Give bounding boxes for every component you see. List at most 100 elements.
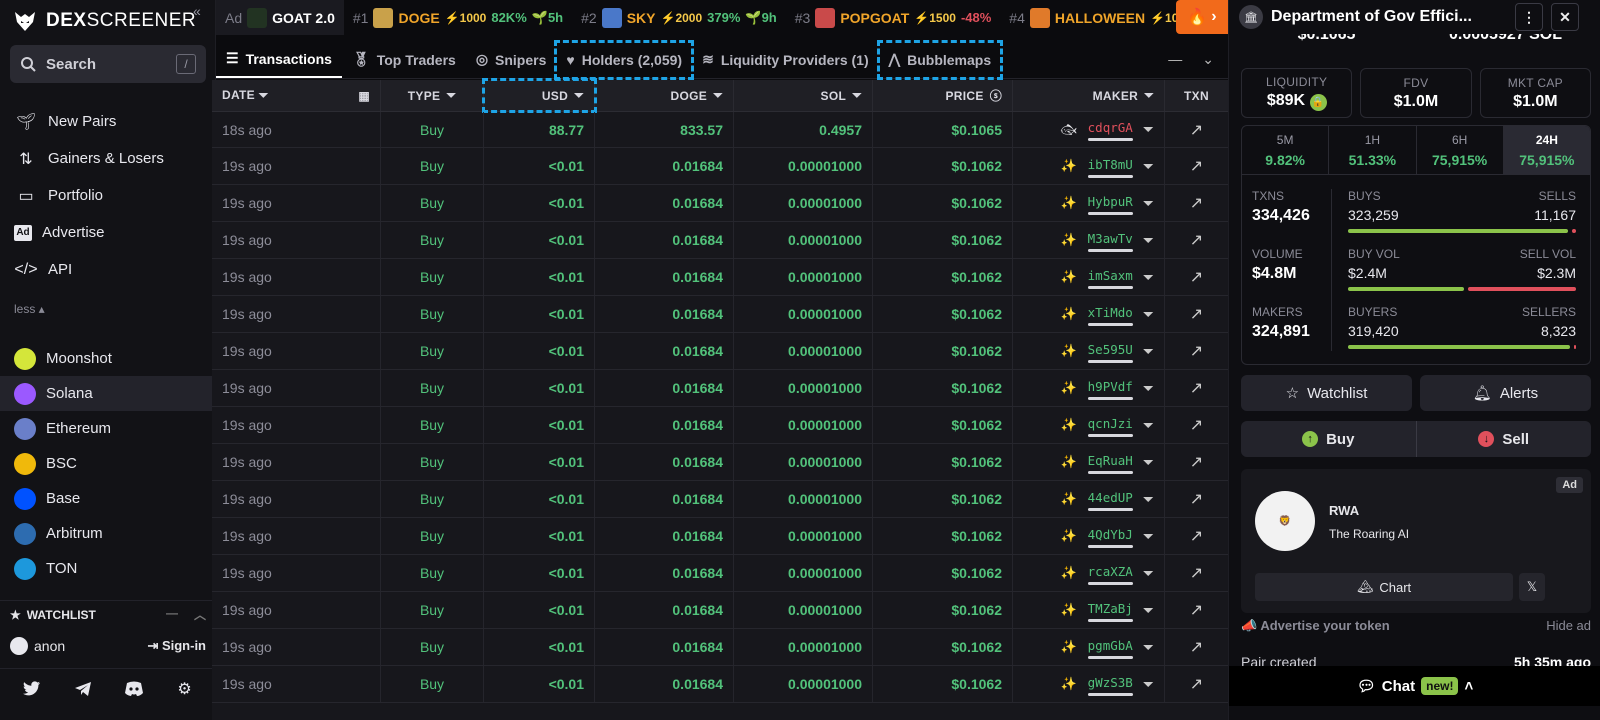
close-icon[interactable]: ✕ — [1551, 3, 1579, 31]
filter-icon[interactable]: ⏷ — [446, 88, 456, 103]
maker-address[interactable]: M3awTv — [1087, 231, 1133, 252]
sign-in-button[interactable]: ⇥ Sign-in — [147, 638, 206, 654]
hide-ad-link[interactable]: Hide ad — [1546, 618, 1591, 634]
more-options-icon[interactable]: ⋮ — [1515, 3, 1543, 31]
external-link-icon[interactable]: ↗ — [1165, 629, 1228, 665]
twitter-icon[interactable] — [21, 678, 43, 700]
chain-ton[interactable]: TON — [0, 551, 216, 586]
filter-icon[interactable]: ⏷ — [1143, 454, 1154, 471]
external-link-icon[interactable]: ↗ — [1165, 444, 1228, 480]
maker-address[interactable]: HybpuR — [1087, 194, 1133, 215]
chain-moonshot[interactable]: Moonshot — [0, 341, 216, 376]
minimize-icon[interactable]: — — [1168, 51, 1182, 68]
collapse-sidebar-button[interactable]: « — [193, 3, 201, 19]
maker-address[interactable]: Se595U — [1087, 342, 1133, 363]
external-link-icon[interactable]: ↗ — [1165, 592, 1228, 628]
maker-address[interactable]: imSaxm — [1087, 268, 1133, 289]
ticker-item[interactable]: #2 SKY ⚡2000 379% 🌱9h — [572, 0, 786, 35]
filter-icon[interactable]: ⏷ — [1143, 232, 1154, 249]
chat-bar[interactable]: 💬︎ Chat new! ˄ — [1229, 666, 1600, 706]
period-tab-6h[interactable]: 6H 75,915% — [1417, 126, 1504, 174]
advertise-link[interactable]: 📣 Advertise your token — [1241, 618, 1390, 634]
external-link-icon[interactable]: ↗ — [1165, 185, 1228, 221]
nav-item-gainers-losers[interactable]: ⇅ Gainers & Losers — [0, 140, 216, 177]
telegram-icon[interactable] — [72, 678, 94, 700]
nav-item-portfolio[interactable]: ▭ Portfolio — [0, 177, 216, 214]
external-link-icon[interactable]: ↗ — [1165, 333, 1228, 369]
lock-icon[interactable]: 🔒 — [1309, 94, 1327, 111]
chain-ethereum[interactable]: Ethereum — [0, 411, 216, 446]
col-date[interactable]: DATE ⏷ ▦ — [212, 80, 381, 111]
external-link-icon[interactable]: ↗ — [1165, 296, 1228, 332]
external-link-icon[interactable]: ↗ — [1165, 481, 1228, 517]
minus-icon[interactable]: — — [166, 606, 178, 623]
less-toggle[interactable]: less ▴ — [14, 302, 45, 316]
chain-solana[interactable]: Solana — [0, 376, 216, 411]
col-maker[interactable]: MAKER ⏷ — [1013, 80, 1165, 111]
nav-item-new-pairs[interactable]: 🌱︎ New Pairs — [0, 103, 216, 140]
col-price[interactable]: PRICE ⓢ — [873, 80, 1013, 111]
sell-button[interactable]: ↓ Sell — [1417, 421, 1592, 457]
col-type[interactable]: TYPE ⏷ — [381, 80, 484, 111]
nav-item-api[interactable]: </> API — [0, 251, 216, 288]
filter-icon[interactable]: ⏷ — [1143, 380, 1154, 397]
filter-icon[interactable]: ⏷ — [1143, 528, 1154, 545]
maker-address[interactable]: EqRuaH — [1087, 453, 1133, 474]
maker-address[interactable]: rcaXZA — [1087, 564, 1133, 585]
ticker-ad-item[interactable]: Ad GOAT 2.0 — [216, 0, 344, 35]
watchlist-header[interactable]: ★ WATCHLIST — ︿ — [0, 600, 216, 628]
period-tab-1h[interactable]: 1H 51.33% — [1329, 126, 1417, 174]
watchlist-button[interactable]: ☆ Watchlist — [1241, 375, 1412, 411]
maker-address[interactable]: TMZaBj — [1087, 601, 1133, 622]
alerts-button[interactable]: 🔔︎ Alerts — [1420, 375, 1591, 411]
maker-address[interactable]: 44edUP — [1087, 490, 1133, 511]
tab-snipers[interactable]: ◎ Snipers — [466, 42, 557, 78]
ticker-item[interactable]: #4 HALLOWEEN ⚡1000 — [1000, 0, 1200, 35]
pair-title[interactable]: Department of Gov Effici... — [1271, 8, 1507, 26]
external-link-icon[interactable]: ↗ — [1165, 112, 1228, 147]
filter-icon[interactable]: ⏷ — [1143, 306, 1154, 323]
ad-chart-button[interactable]: 🏔︎ Chart — [1255, 573, 1513, 601]
external-link-icon[interactable]: ↗ — [1165, 259, 1228, 295]
filter-icon[interactable]: ⏷ — [1143, 195, 1154, 212]
tab-transactions[interactable]: ☰ Transactions — [216, 42, 342, 78]
dollar-circle-icon[interactable]: ⓢ — [990, 87, 1002, 104]
external-link-icon[interactable]: ↗ — [1165, 407, 1228, 443]
chain-bsc[interactable]: BSC — [0, 446, 216, 481]
external-link-icon[interactable]: ↗ — [1165, 518, 1228, 554]
external-link-icon[interactable]: ↗ — [1165, 666, 1228, 702]
ticker-item[interactable]: #1 DOGE ⚡1000 82K% 🌱5h — [344, 0, 572, 35]
filter-icon[interactable]: ⏷ — [1143, 417, 1154, 434]
tab-bubblemaps[interactable]: ⋀ Bubblemaps — [876, 39, 1004, 80]
discord-icon[interactable] — [123, 678, 145, 700]
ticker-item[interactable]: #3 POPGOAT ⚡1500 -48% — [786, 0, 1001, 35]
col-usd[interactable]: USD ⏷ — [482, 78, 597, 113]
dexscreener-logo[interactable]: DEXSCREENER — [12, 6, 196, 36]
col-sol[interactable]: SOL ⏷ — [734, 80, 873, 111]
x-social-icon[interactable]: 𝕏 — [1519, 573, 1545, 601]
external-link-icon[interactable]: ↗ — [1165, 555, 1228, 591]
chain-arbitrum[interactable]: Arbitrum — [0, 516, 216, 551]
filter-icon[interactable]: ⏷ — [1143, 491, 1154, 508]
maker-address[interactable]: xTiMdo — [1087, 305, 1133, 326]
buy-button[interactable]: ↑ Buy — [1241, 421, 1417, 457]
external-link-icon[interactable]: ↗ — [1165, 148, 1228, 184]
chevron-up-icon[interactable]: ︿ — [194, 606, 206, 623]
maker-address[interactable]: h9PVdf — [1087, 379, 1133, 400]
filter-icon[interactable]: ⏷ — [1143, 602, 1154, 619]
filter-icon[interactable]: ⏷ — [852, 88, 862, 103]
filter-icon[interactable]: ⏷ — [1143, 343, 1154, 360]
maker-address[interactable]: cdqrGA — [1087, 120, 1133, 141]
tab-liquidity-providers[interactable]: ≋ Liquidity Providers (1) — [692, 42, 879, 78]
filter-icon[interactable]: ⏷ — [1143, 121, 1154, 138]
tab-top-traders[interactable]: 🏅︎ Top Traders — [342, 42, 466, 78]
filter-icon[interactable]: ⏷ — [1143, 158, 1154, 175]
trending-fire-button[interactable]: 🔥 › — [1176, 0, 1228, 34]
filter-icon[interactable]: ⏷ — [1144, 88, 1154, 103]
col-doge[interactable]: DOGE ⏷ — [595, 80, 734, 111]
search-button[interactable]: Search / — [10, 45, 206, 83]
chain-base[interactable]: Base — [0, 481, 216, 516]
filter-icon[interactable]: ⏷ — [259, 88, 269, 102]
maker-address[interactable]: gWzS3B — [1087, 675, 1133, 696]
chevron-down-icon[interactable]: ⌄ — [1202, 51, 1214, 68]
